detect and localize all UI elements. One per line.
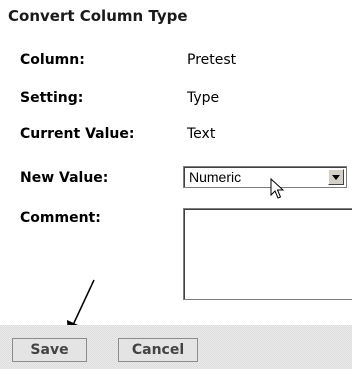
chevron-down-icon[interactable] (328, 169, 344, 185)
cancel-button[interactable]: Cancel (118, 338, 198, 362)
new-value-select[interactable]: Numeric (183, 166, 347, 188)
comment-label: Comment: (20, 210, 101, 226)
current-value-value: Text (187, 126, 216, 142)
new-value-label: New Value: (20, 170, 109, 186)
current-value-label: Current Value: (20, 126, 135, 142)
comment-textarea[interactable] (183, 208, 352, 300)
dialog-title: Convert Column Type (8, 7, 188, 25)
mouse-pointer-icon (270, 178, 284, 199)
column-value: Pretest (187, 52, 237, 68)
new-value-selected: Numeric (189, 169, 242, 185)
column-label: Column: (20, 52, 85, 68)
setting-value: Type (187, 90, 220, 106)
setting-label: Setting: (20, 90, 84, 106)
save-button[interactable]: Save (12, 338, 87, 362)
